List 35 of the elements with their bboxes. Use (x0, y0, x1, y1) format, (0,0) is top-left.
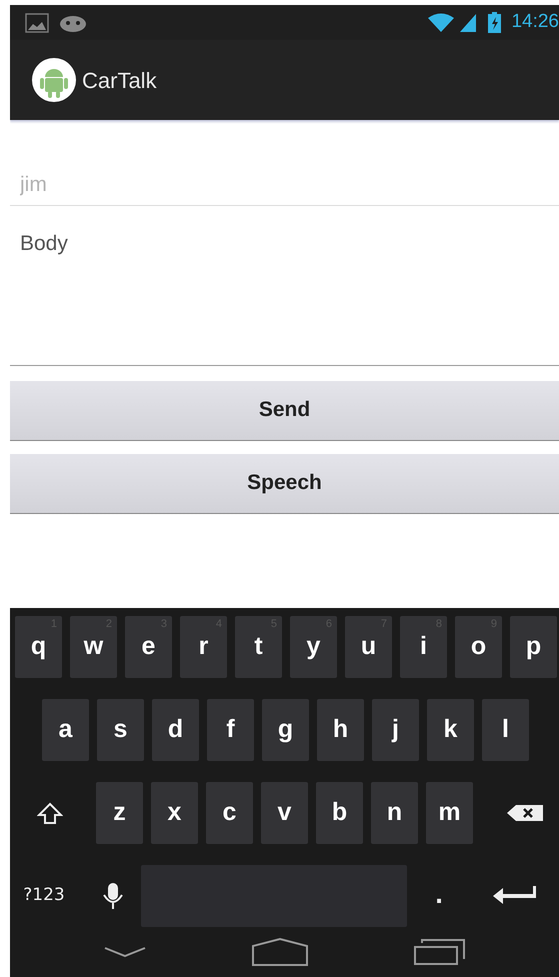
period-key[interactable]: . (415, 865, 463, 927)
battery-icon (488, 12, 502, 33)
key[interactable]: x (151, 782, 198, 844)
key[interactable]: c (206, 782, 253, 844)
app-title: CarTalk (82, 66, 157, 94)
wifi-icon (426, 12, 456, 33)
key[interactable]: l (482, 699, 529, 761)
key[interactable]: v (261, 782, 308, 844)
key[interactable]: h (317, 699, 364, 761)
key[interactable]: b (316, 782, 363, 844)
shift-arrow-icon (37, 802, 63, 824)
key[interactable]: a (42, 699, 89, 761)
key[interactable]: d (152, 699, 199, 761)
key[interactable]: s (97, 699, 144, 761)
home-icon[interactable] (252, 938, 308, 966)
key[interactable]: g (262, 699, 309, 761)
recent-apps-icon[interactable] (414, 939, 466, 965)
microphone-icon (102, 882, 124, 910)
back-icon[interactable] (102, 946, 147, 958)
send-button[interactable]: Send (10, 380, 559, 440)
backspace-icon (507, 804, 543, 822)
key[interactable]: z (96, 782, 143, 844)
signal-icon (458, 12, 478, 33)
speech-button[interactable]: Speech (10, 454, 559, 514)
clock: 14:26 (511, 10, 559, 34)
key[interactable]: m (426, 782, 473, 844)
enter-arrow-icon (493, 886, 537, 906)
key[interactable]: j (372, 699, 419, 761)
symbols-key[interactable]: ?123 (15, 865, 73, 927)
app-icon (32, 58, 76, 102)
key[interactable]: n (371, 782, 418, 844)
key[interactable]: k (427, 699, 474, 761)
key[interactable]: p (510, 616, 557, 678)
image-notification-icon (25, 12, 49, 32)
key[interactable]: f (207, 699, 254, 761)
